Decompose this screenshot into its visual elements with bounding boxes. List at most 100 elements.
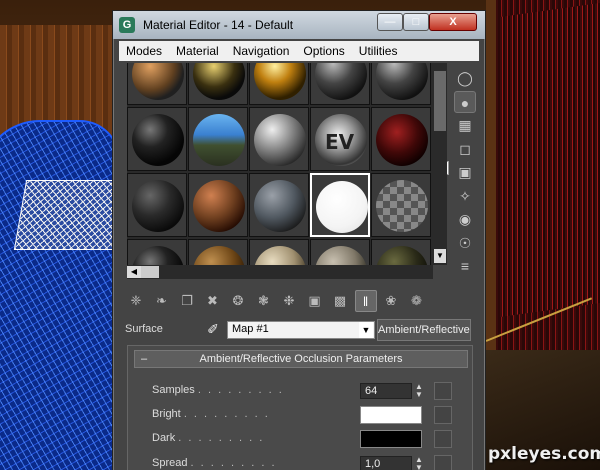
vertical-scroll-thumb[interactable] [434, 71, 446, 131]
material-preview-sphere [254, 114, 306, 166]
material-slot-5[interactable] [371, 63, 431, 105]
material-slot-8[interactable] [249, 107, 309, 171]
window-title: Material Editor - 14 - Default [143, 18, 294, 32]
menu-utilities[interactable]: Utilities [352, 41, 405, 61]
maximize-button[interactable]: □ [403, 13, 429, 31]
material-preview-sphere [193, 246, 245, 265]
minimize-button[interactable]: — [377, 13, 403, 31]
put-to-scene-icon[interactable]: ❧ [151, 290, 173, 312]
slots-horizontal-scrollbar[interactable]: ◀ [127, 265, 433, 279]
eyedropper-icon[interactable]: ✐ [205, 321, 221, 339]
material-slot-18[interactable] [249, 239, 309, 265]
viewport-wall-right-inner [500, 2, 600, 318]
make-preview-icon[interactable]: ✧ [454, 185, 476, 207]
copy-material-icon[interactable]: ❂ [227, 290, 249, 312]
spread-input[interactable]: 1,0 [360, 456, 412, 470]
wireframe-car [0, 120, 120, 470]
material-slot-1[interactable] [127, 63, 187, 105]
title-bar[interactable]: G Material Editor - 14 - Default — □ X [113, 11, 485, 39]
samples-map-button[interactable] [434, 382, 452, 400]
watermark: pxleyes.com [488, 444, 600, 464]
material-slot-19[interactable] [310, 239, 370, 265]
wireframe-car-grill [13, 180, 127, 250]
rollout-header[interactable]: – Ambient/Reflective Occlusion Parameter… [134, 350, 468, 368]
spread-label: Spread . . . . . . . . . [152, 457, 277, 469]
samples-input[interactable]: 64 [360, 383, 412, 399]
sample-sphere-icon[interactable]: ◯ [454, 67, 476, 89]
material-preview-sphere [132, 63, 184, 100]
samples-spinner[interactable]: ▲ ▼ [413, 383, 425, 399]
menu-navigation[interactable]: Navigation [226, 41, 297, 61]
material-slot-17[interactable] [188, 239, 248, 265]
close-button[interactable]: X [429, 13, 477, 31]
material-preview-sphere [315, 246, 367, 265]
material-slot-3[interactable] [249, 63, 309, 105]
material-preview-sphere [376, 63, 428, 100]
material-preview-sphere [132, 114, 184, 166]
material-slot-7[interactable] [188, 107, 248, 171]
material-slot-11[interactable] [127, 173, 187, 237]
side-toolbar: ◯ ● ▦ ◻ ▣ ✧ ◉ ☉ ≡ [451, 63, 479, 283]
material-slot-16[interactable] [127, 239, 187, 265]
go-forward-icon[interactable]: ❁ [406, 290, 428, 312]
slots-vertical-scrollbar[interactable]: ▼ [433, 63, 447, 265]
make-unique-icon[interactable]: ❃ [253, 290, 275, 312]
put-to-library-icon[interactable]: ❉ [278, 290, 300, 312]
get-material-icon[interactable]: ❈ [125, 290, 147, 312]
select-by-material-icon[interactable]: ☉ [454, 232, 476, 254]
surface-label: Surface [125, 323, 163, 335]
spread-spinner[interactable]: ▲ ▼ [413, 456, 425, 470]
material-id-icon[interactable]: ▣ [304, 290, 326, 312]
chevron-down-icon[interactable]: ▼ [359, 322, 373, 338]
material-toolbar: ❈ ❧ ❐ ✖ ❂ ❃ ❉ ▣ ▩ ‖ ❀ ❁ [125, 289, 479, 313]
material-preview-sphere [254, 63, 306, 100]
material-slot-12[interactable] [188, 173, 248, 237]
spread-map-button[interactable] [434, 455, 452, 470]
reset-icon[interactable]: ✖ [202, 290, 224, 312]
material-options-icon[interactable]: ◉ [454, 208, 476, 230]
backlight-icon[interactable]: ● [454, 90, 476, 113]
scroll-down-arrow[interactable]: ▼ [434, 249, 446, 263]
material-preview-sphere [193, 114, 245, 166]
material-slot-4[interactable] [310, 63, 370, 105]
rollout-title: Ambient/Reflective Occlusion Parameters [199, 353, 403, 365]
material-slot-10[interactable] [371, 107, 431, 171]
material-preview-sphere [132, 246, 184, 265]
material-preview-sphere [316, 181, 368, 233]
material-slot-9[interactable]: EV [310, 107, 370, 171]
video-color-check-icon[interactable]: ▣ [454, 161, 476, 183]
material-slot-15[interactable] [371, 173, 431, 237]
material-preview-sphere [193, 63, 245, 100]
material-map-navigator-icon[interactable]: ≡ [454, 255, 476, 277]
bright-color-swatch[interactable] [360, 406, 422, 424]
material-slot-14[interactable] [310, 173, 370, 237]
map-type-button[interactable]: Ambient/Reflective Occlusion [377, 319, 471, 341]
menu-bar: Modes Material Navigation Options Utilit… [119, 41, 479, 61]
map-name-dropdown[interactable]: Map #1 [227, 321, 375, 339]
material-slot-2[interactable] [188, 63, 248, 105]
sample-uv-icon[interactable]: ◻ [454, 138, 476, 160]
assign-material-icon[interactable]: ❐ [176, 290, 198, 312]
scroll-left-arrow[interactable]: ◀ [127, 266, 141, 278]
dark-map-button[interactable] [434, 430, 452, 448]
bright-map-button[interactable] [434, 406, 452, 424]
material-slot-6[interactable] [127, 107, 187, 171]
material-slot-13[interactable] [249, 173, 309, 237]
show-map-icon[interactable]: ▩ [329, 290, 351, 312]
menu-material[interactable]: Material [169, 41, 226, 61]
material-preview-sphere [376, 114, 428, 166]
material-preview-sphere [254, 180, 306, 232]
ao-parameters-rollout: – Ambient/Reflective Occlusion Parameter… [127, 345, 473, 470]
ev-text-decal: EV [325, 130, 355, 154]
horizontal-scroll-thumb[interactable] [141, 266, 159, 278]
material-editor-window: G Material Editor - 14 - Default — □ X M… [112, 10, 486, 470]
material-slot-20[interactable] [371, 239, 431, 265]
menu-modes[interactable]: Modes [119, 41, 169, 61]
material-preview-sphere [315, 63, 367, 100]
show-end-result-icon[interactable]: ‖ [354, 290, 377, 312]
checker-background-icon[interactable]: ▦ [454, 114, 476, 136]
go-to-parent-icon[interactable]: ❀ [380, 290, 402, 312]
dark-color-swatch[interactable] [360, 430, 422, 448]
material-preview-sphere [254, 246, 306, 265]
menu-options[interactable]: Options [296, 41, 351, 61]
